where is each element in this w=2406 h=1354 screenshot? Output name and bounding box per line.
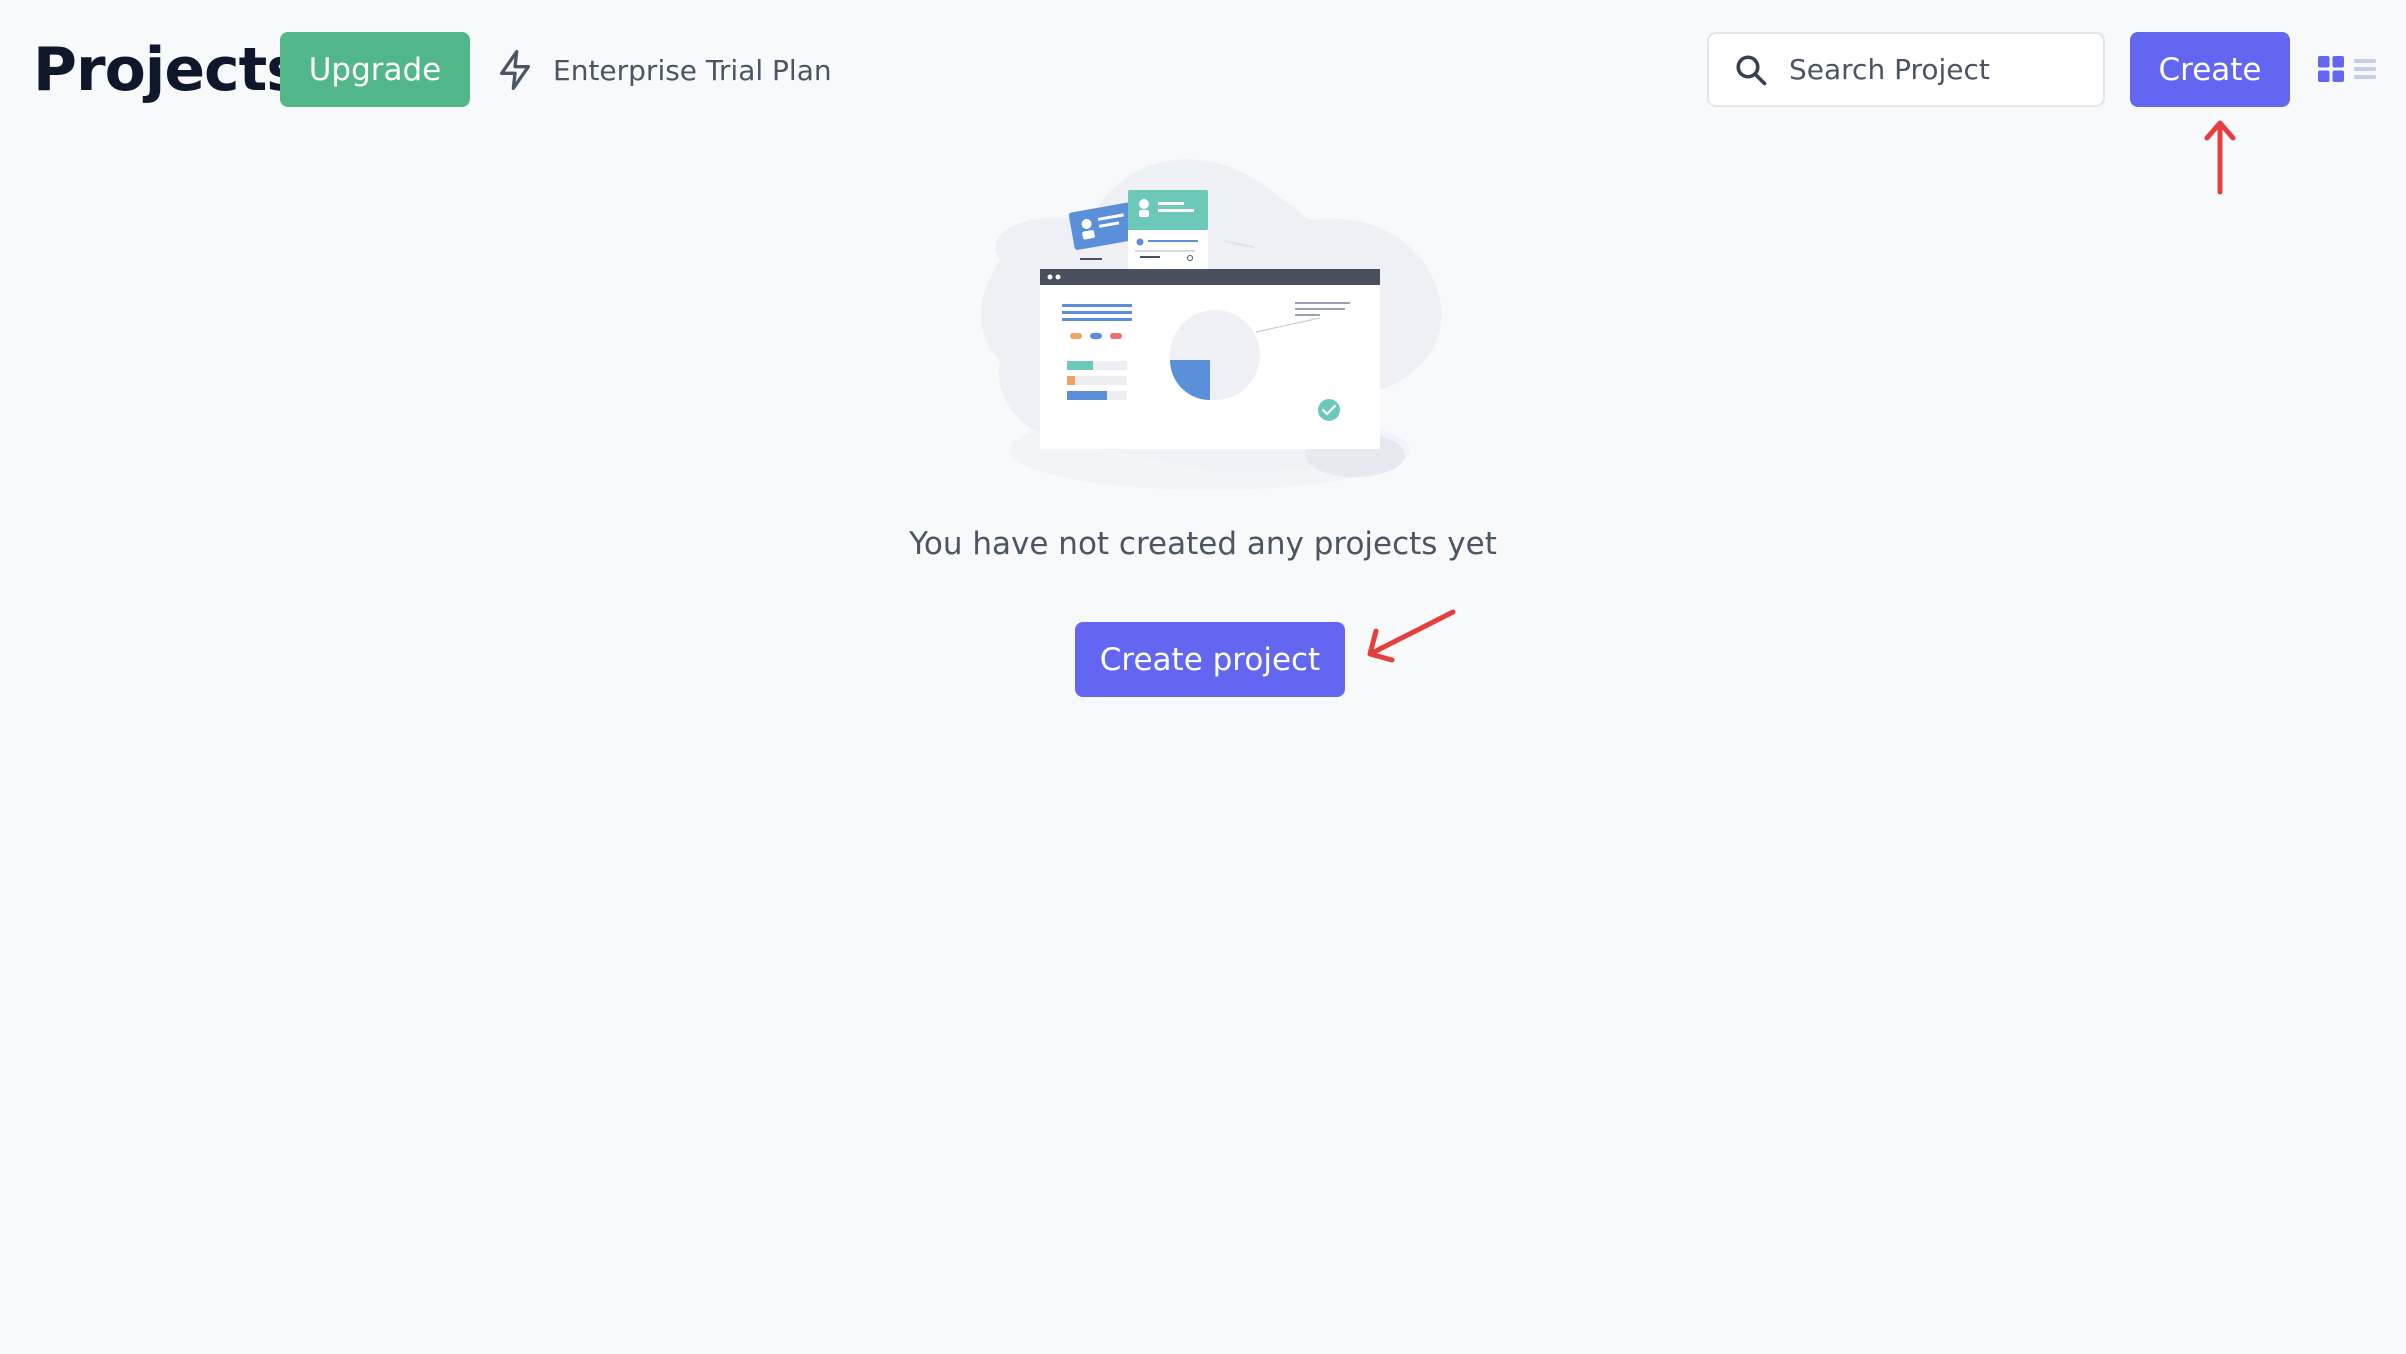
create-project-button[interactable]: Create project [1075,622,1345,697]
view-toggle [2318,56,2376,82]
annotation-arrow-up [2204,120,2236,195]
grid-view-icon[interactable] [2318,56,2344,82]
empty-projects-illustration [981,159,1442,490]
search-icon [1733,52,1769,88]
plan-label: Enterprise Trial Plan [553,53,832,87]
page-title: Projects [33,35,302,105]
projects-page: Projects Upgrade Enterprise Trial Plan C… [0,0,2406,1354]
lightning-icon [495,48,535,92]
search-input[interactable] [1787,52,2091,87]
empty-state-message: You have not created any projects yet [909,526,1497,562]
create-button[interactable]: Create [2130,32,2290,107]
plan-link[interactable]: Enterprise Trial Plan [495,40,832,100]
search-box[interactable] [1707,32,2105,107]
list-view-icon[interactable] [2354,56,2376,82]
upgrade-button[interactable]: Upgrade [280,32,470,107]
annotation-arrow-left [1367,609,1456,663]
